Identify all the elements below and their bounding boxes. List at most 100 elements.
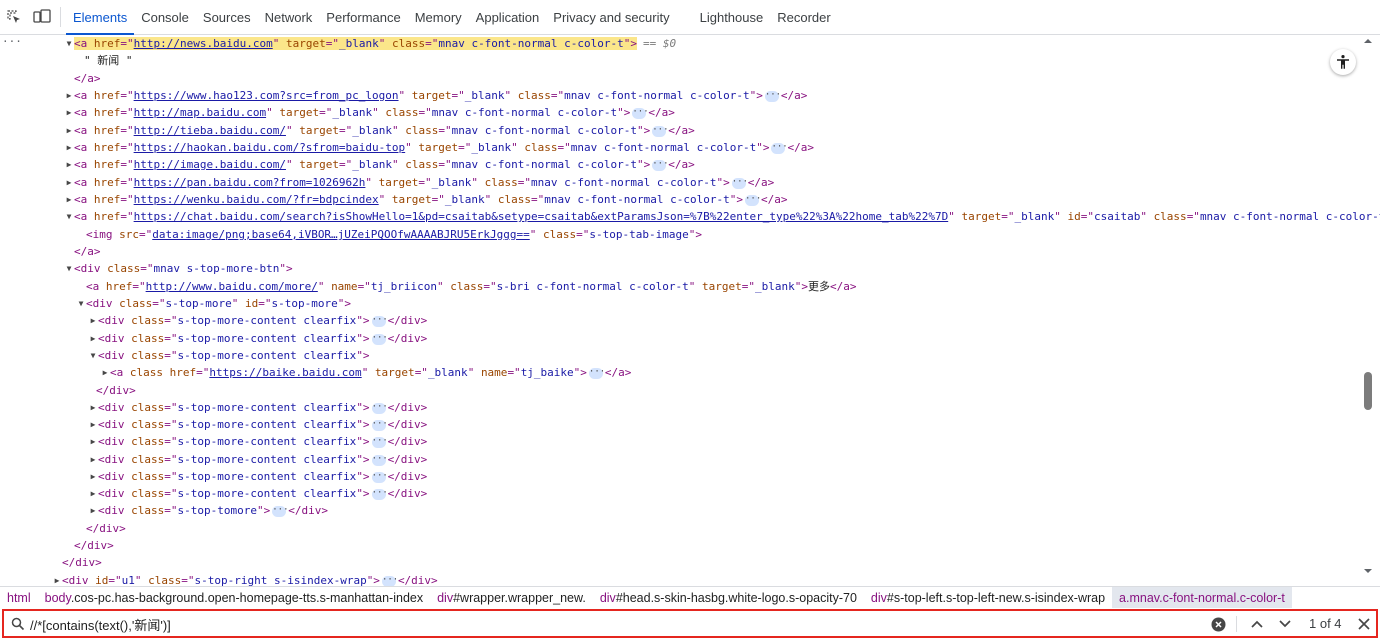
href-link[interactable]: http://image.baidu.com/ [134,158,286,171]
breadcrumb-item[interactable]: div#s-top-left.s-top-left-new.s-isindex-… [864,587,1112,608]
tree-row-div-content[interactable]: ▶ <div class="s-top-more-content clearfix… [0,485,1360,502]
tree-row-close[interactable]: </div> [0,382,1360,399]
tab-lighthouse[interactable]: Lighthouse [693,0,771,35]
row-menu-dots[interactable]: ··· [2,35,22,50]
tree-row-close[interactable]: </div> [0,520,1360,537]
expand-arrow-down-icon[interactable]: ▼ [64,260,74,277]
tree-row-div-content[interactable]: ▶ <div class="s-top-more-content clearfix… [0,330,1360,347]
scroll-down-arrow-icon[interactable] [1363,566,1373,576]
ellipsis-badge[interactable]: ··· [371,488,388,500]
expand-arrow-right-icon[interactable]: ▶ [64,139,74,156]
tree-row-a-hao123[interactable]: ▶ <a href="https://www.hao123.com?src=fro… [0,87,1360,104]
ellipsis-badge[interactable]: ··· [381,575,398,586]
href-link[interactable]: http://news.baidu.com [134,37,273,50]
tree-row-a-wenku[interactable]: ▶ <a href="https://wenku.baidu.com/?fr=bd… [0,191,1360,208]
ellipsis-badge[interactable]: ··· [744,194,761,206]
breadcrumb-item[interactable]: body.cos-pc.has-background.open-homepage… [38,587,430,608]
expand-arrow-right-icon[interactable]: ▶ [88,399,98,416]
vertical-scrollbar-thumb[interactable] [1364,372,1372,410]
tree-row-a-tieba[interactable]: ▶ <a href="http://tieba.baidu.com/" targe… [0,122,1360,139]
expand-arrow-right-icon[interactable]: ▶ [88,502,98,519]
ellipsis-badge[interactable]: ··· [371,436,388,448]
expand-arrow-right-icon[interactable]: ▶ [88,468,98,485]
ellipsis-badge[interactable]: ··· [272,505,289,517]
tree-row-a-map[interactable]: ▶ <a href="http://map.baidu.com" target="… [0,104,1360,121]
expand-arrow-right-icon[interactable]: ▶ [64,191,74,208]
ellipsis-badge[interactable]: ··· [371,315,388,327]
expand-arrow-right-icon[interactable]: ▶ [52,572,62,586]
tree-row-a-more[interactable]: <a href="http://www.baidu.com/more/" nam… [0,278,1360,295]
tab-console[interactable]: Console [134,0,196,35]
ellipsis-badge[interactable]: ··· [764,90,781,102]
tree-row-div-top-more[interactable]: ▼ <div class="s-top-more" id="s-top-more"… [0,295,1360,312]
tree-row-a-haokan[interactable]: ▶ <a href="https://haokan.baidu.com/?sfro… [0,139,1360,156]
expand-arrow-right-icon[interactable]: ▶ [88,330,98,347]
href-link[interactable]: https://pan.baidu.com?from=1026962h [134,176,366,189]
tree-row-a-chat[interactable]: ▼ <a href="https://chat.baidu.com/search?… [0,208,1380,225]
tree-row-div-more-btn[interactable]: ▼ <div class="mnav s-top-more-btn"> [0,260,1360,277]
tab-recorder[interactable]: Recorder [770,0,837,35]
expand-arrow-right-icon[interactable]: ▶ [64,87,74,104]
breadcrumb-item[interactable]: html [0,587,38,608]
tree-row-a-pan[interactable]: ▶ <a href="https://pan.baidu.com?from=102… [0,174,1360,191]
tree-row-div-content[interactable]: ▶ <div class="s-top-more-content clearfix… [0,312,1360,329]
ellipsis-badge[interactable]: ··· [632,107,649,119]
href-link[interactable]: https://wenku.baidu.com/?fr=bdpcindex [134,193,379,206]
href-link[interactable]: http://map.baidu.com [134,106,266,119]
expand-arrow-right-icon[interactable]: ▶ [64,122,74,139]
search-input[interactable] [30,615,1180,633]
ellipsis-badge[interactable]: ··· [731,177,748,189]
ellipsis-badge[interactable]: ··· [371,419,388,431]
img-src-link[interactable]: data:image/png;base64,iVBOR…jUZeiPQOOfwA… [152,228,530,241]
tab-elements[interactable]: Elements [66,0,135,35]
href-link[interactable]: https://baike.baidu.com [209,366,361,379]
expand-arrow-down-icon[interactable]: ▼ [64,208,74,225]
href-link[interactable]: https://chat.baidu.com/search?isShowHell… [134,210,949,223]
tree-row-div-content[interactable]: ▶ <div class="s-top-more-content clearfix… [0,433,1360,450]
tree-row-close[interactable]: </a> [0,70,1360,87]
accessibility-button[interactable] [1330,49,1356,75]
expand-arrow-down-icon[interactable]: ▼ [76,295,86,312]
expand-arrow-right-icon[interactable]: ▶ [88,433,98,450]
expand-arrow-right-icon[interactable]: ▶ [88,312,98,329]
clear-circle-icon[interactable] [1211,617,1226,632]
breadcrumb-item[interactable]: div#head.s-skin-hasbg.white-logo.s-opaci… [593,587,864,608]
expand-arrow-right-icon[interactable]: ▶ [64,156,74,173]
scroll-up-arrow-icon[interactable] [1363,36,1373,46]
tree-row-a-baike[interactable]: ▶ <a class href="https://baike.baidu.com"… [0,364,1360,381]
href-link[interactable]: http://tieba.baidu.com/ [134,124,286,137]
expand-arrow-down-icon[interactable]: ▼ [64,35,74,52]
tree-row-selected[interactable]: ··· ▼ <a href="http://news.baidu.com" tar… [0,35,1360,52]
tree-row-div-content[interactable]: ▶ <div class="s-top-more-content clearfix… [0,451,1360,468]
element-picker-icon[interactable] [0,0,28,35]
tree-row-div-content[interactable]: ▶ <div class="s-top-more-content clearfix… [0,399,1360,416]
tab-privacy-and-security[interactable]: Privacy and security [546,0,676,35]
tree-row-text[interactable]: " 新闻 " [0,52,1360,69]
tab-application[interactable]: Application [469,0,547,35]
href-link[interactable]: https://www.hao123.com?src=from_pc_logon [134,89,399,102]
ellipsis-badge[interactable]: ··· [371,333,388,345]
tree-row-div-u1[interactable]: ▶ <div id="u1" class="s-top-right s-isind… [0,572,1360,586]
device-toolbar-icon[interactable] [28,0,56,35]
expand-arrow-right-icon[interactable]: ▶ [64,104,74,121]
tab-performance[interactable]: Performance [319,0,407,35]
tree-row-close[interactable]: </div> [0,554,1360,571]
expand-arrow-right-icon[interactable]: ▶ [88,451,98,468]
href-link[interactable]: http://www.baidu.com/more/ [146,280,318,293]
ellipsis-badge[interactable]: ··· [371,402,388,414]
expand-arrow-down-icon[interactable]: ▼ [88,347,98,364]
ellipsis-badge[interactable]: ··· [371,471,388,483]
ellipsis-badge[interactable]: ··· [371,454,388,466]
ellipsis-badge[interactable]: ··· [771,142,788,154]
expand-arrow-right-icon[interactable]: ▶ [88,416,98,433]
tab-sources[interactable]: Sources [196,0,258,35]
tab-network[interactable]: Network [258,0,320,35]
chevron-up-icon[interactable] [1250,618,1264,630]
breadcrumb-item[interactable]: div#wrapper.wrapper_new. [430,587,593,608]
tree-row-div-content[interactable]: ▶ <div class="s-top-more-content clearfix… [0,416,1360,433]
tree-row-a-image[interactable]: ▶ <a href="http://image.baidu.com/" targe… [0,156,1360,173]
ellipsis-badge[interactable]: ··· [588,367,605,379]
close-icon[interactable] [1357,617,1371,631]
expand-arrow-right-icon[interactable]: ▶ [100,364,110,381]
chevron-down-icon[interactable] [1278,618,1292,630]
